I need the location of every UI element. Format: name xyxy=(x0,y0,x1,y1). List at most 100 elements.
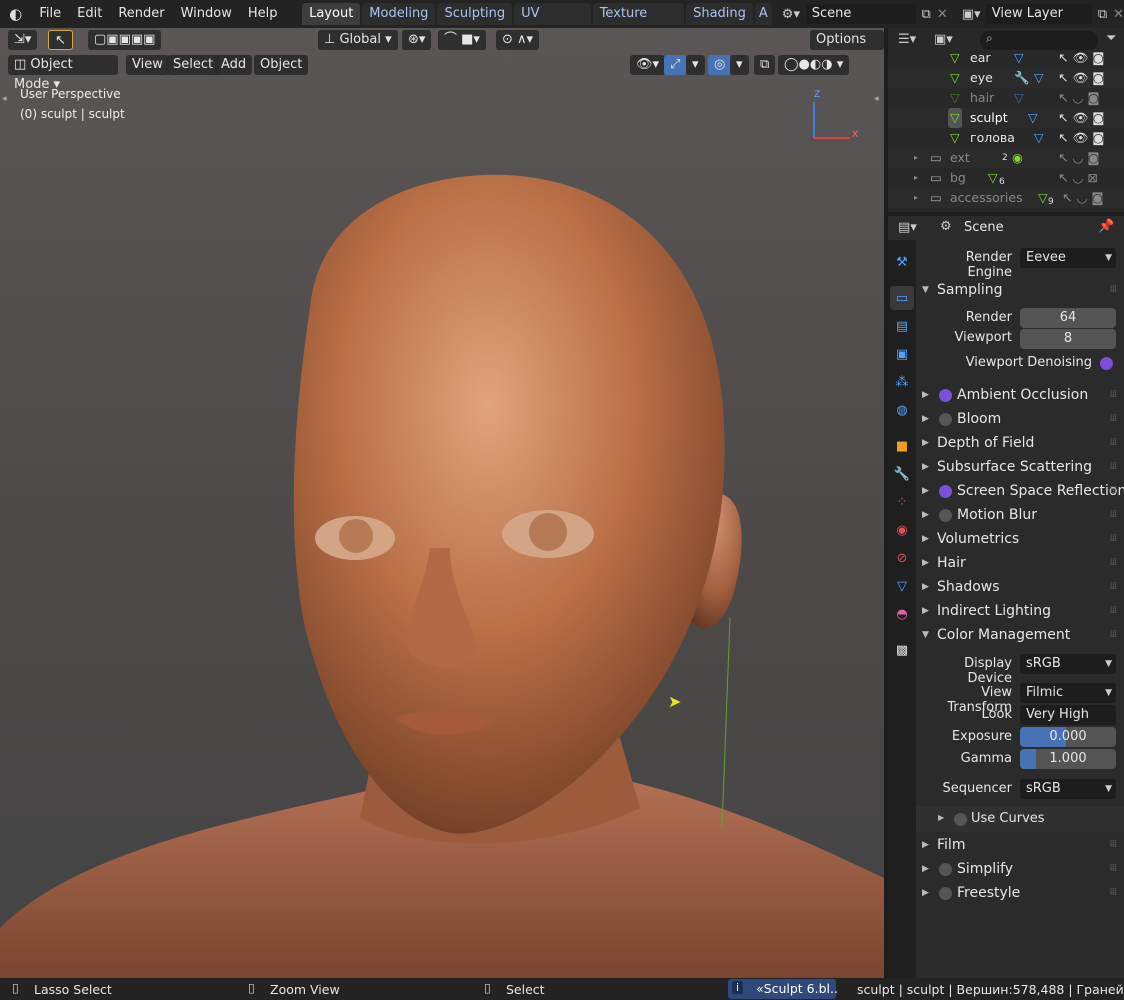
overlays-dropdown-icon[interactable]: ▾ xyxy=(730,55,749,75)
outliner-row-eye[interactable]: ▽ eye 🔧 ▽ ↖ 👁 ◙ xyxy=(888,68,1124,88)
use-curves-subpanel[interactable]: ▶ Use Curves xyxy=(916,806,1124,832)
panel-enable-checkbox[interactable] xyxy=(939,509,952,522)
menu-file[interactable]: File xyxy=(31,0,69,28)
transform-pivot-icon[interactable]: ⇲▾ xyxy=(8,30,38,50)
viewport-samples-field[interactable]: 8 xyxy=(1020,329,1116,349)
pin-icon[interactable]: 📌 xyxy=(1098,219,1114,234)
outliner-row-bg[interactable]: ▸ ▭ bg ▽ 6 ↖ ◡ ⊠ xyxy=(888,168,1124,188)
report-info-badge[interactable]: i «Sculpt 6.bl.. xyxy=(728,979,838,999)
add-menu[interactable]: Add xyxy=(215,55,253,75)
outliner-filter-icon[interactable]: ⏷ xyxy=(1106,31,1116,46)
object-menu[interactable]: Object xyxy=(254,55,309,75)
panel-freestyle[interactable]: ▶ Freestyle ⁞⁞⁞ xyxy=(916,881,1124,905)
expand-icon[interactable]: ▸ xyxy=(914,188,918,208)
outliner-row-sculpt[interactable]: ▽ sculpt ▽ ↖ 👁 ◙ xyxy=(888,108,1124,128)
properties-editor-type-icon[interactable]: ▤▾ xyxy=(898,220,917,235)
tab-uv-editing[interactable]: UV Editing xyxy=(514,3,591,43)
view-menu[interactable]: View xyxy=(126,55,169,75)
panel-volumetrics[interactable]: ▶ Volumetrics ⁞⁞⁞ xyxy=(916,527,1124,551)
select-tool-icon[interactable]: ↖ xyxy=(48,30,73,50)
tab-more[interactable]: A xyxy=(754,3,772,25)
panel-simplify[interactable]: ▶ Simplify ⁞⁞⁞ xyxy=(916,857,1124,881)
drag-handle-icon[interactable]: ⁞⁞⁞ xyxy=(1109,551,1116,575)
panel-ambient-occlusion[interactable]: ▶ Ambient Occlusion ⁞⁞⁞ xyxy=(916,383,1124,407)
object-mode-select[interactable]: ◫ Object Mode ▾ xyxy=(8,55,118,92)
drag-handle-icon[interactable]: ⁞⁞⁞ xyxy=(1109,479,1116,503)
sidebar-collapse-icon[interactable]: ◂ xyxy=(874,94,879,104)
outliner-row-golova[interactable]: ▽ голова ▽ ↖ 👁 ◙ xyxy=(888,128,1124,148)
panel-screen-space-reflections[interactable]: ▶ Screen Space Reflections ⁞⁞⁞ xyxy=(916,479,1124,503)
row-visibility-icons[interactable]: ↖ 👁 ◙ xyxy=(1058,108,1104,128)
panel-enable-checkbox[interactable] xyxy=(939,389,952,402)
drag-handle-icon[interactable]: ⁞⁞⁞ xyxy=(1109,833,1116,857)
expand-icon[interactable]: ▸ xyxy=(914,168,918,188)
panel-sampling[interactable]: ▼ Sampling ⁞⁞⁞ xyxy=(916,278,1124,302)
particles-tab-icon[interactable]: ⁘ xyxy=(890,490,914,514)
tab-sculpting[interactable]: Sculpting xyxy=(437,3,513,25)
render-engine-select[interactable]: Eevee ▼ xyxy=(1020,248,1116,268)
row-visibility-icons[interactable]: ↖ 👁 ◙ xyxy=(1058,48,1104,68)
display-device-select[interactable]: sRGB ▼ xyxy=(1020,654,1116,674)
row-visibility-icons[interactable]: ↖ ◡ ◙ xyxy=(1062,188,1103,208)
drag-handle-icon[interactable]: ⁞⁞⁞ xyxy=(1109,431,1116,455)
texture-tab-icon[interactable]: ▩ xyxy=(890,638,914,662)
toolbar-collapse-icon[interactable]: ◂ xyxy=(2,94,7,104)
outliner-display-mode-icon[interactable]: ▣▾ xyxy=(934,32,953,47)
panel-subsurface-scattering[interactable]: ▶ Subsurface Scattering ⁞⁞⁞ xyxy=(916,455,1124,479)
outliner-row-hair[interactable]: ▽ hair ▽ ↖ ◡ ◙ xyxy=(888,88,1124,108)
scene-name-field[interactable]: Scene xyxy=(805,4,916,24)
drag-handle-icon[interactable]: ⁞⁞⁞ xyxy=(1109,599,1116,623)
tab-texture-paint[interactable]: Texture Paint xyxy=(592,3,685,43)
proportional-edit-icon[interactable]: ⊙ ∧▾ xyxy=(496,30,540,50)
new-view-layer-icon[interactable]: ⧉ xyxy=(1098,7,1107,22)
select-menu[interactable]: Select xyxy=(167,55,220,75)
panel-enable-checkbox[interactable] xyxy=(939,413,952,426)
menu-window[interactable]: Window xyxy=(173,0,240,28)
drag-handle-icon[interactable]: ⁞⁞⁞ xyxy=(1109,503,1116,527)
sequencer-select[interactable]: sRGB ▼ xyxy=(1020,779,1116,799)
drag-handle-icon[interactable]: ⁞⁞⁞ xyxy=(1109,857,1116,881)
snap-icon[interactable]: ⌒ ■▾ xyxy=(438,30,486,50)
outliner-editor-type-icon[interactable]: ☰▾ xyxy=(898,32,916,47)
panel-color-management[interactable]: ▼ Color Management ⁞⁞⁞ xyxy=(916,623,1124,647)
panel-motion-blur[interactable]: ▶ Motion Blur ⁞⁞⁞ xyxy=(916,503,1124,527)
panel-bloom[interactable]: ▶ Bloom ⁞⁞⁞ xyxy=(916,407,1124,431)
selection-mode-icons[interactable]: ▢▣▣▣▣ xyxy=(88,30,162,50)
use-curves-checkbox[interactable] xyxy=(954,813,967,826)
shading-modes-icons[interactable]: ◯●◐◑ ▾ xyxy=(778,55,850,75)
view-layer-field[interactable]: View Layer xyxy=(985,4,1092,24)
panel-indirect-lighting[interactable]: ▶ Indirect Lighting ⁞⁞⁞ xyxy=(916,599,1124,623)
delete-view-layer-icon[interactable]: ✕ xyxy=(1113,7,1124,22)
panel-enable-checkbox[interactable] xyxy=(939,485,952,498)
modifier-tab-icon[interactable]: 🔧 xyxy=(890,462,914,486)
pivot-point-icon[interactable]: ⊛▾ xyxy=(402,30,432,50)
options-dropdown[interactable]: Options xyxy=(810,30,884,50)
row-visibility-icons[interactable]: ↖ ◡ ◙ xyxy=(1058,148,1099,168)
3d-viewport[interactable]: ⇲▾ ↖ ▢▣▣▣▣ ⊥ Global ▾ ⊛▾ ⌒ ■▾ ⊙ ∧▾ Optio… xyxy=(0,28,884,978)
outliner-row-ear[interactable]: ▽ ear ▽ ↖ 👁 ◙ xyxy=(888,48,1124,68)
scene-selector-icon[interactable]: ⚙▾ xyxy=(782,7,806,22)
panel-depth-of-field[interactable]: ▶ Depth of Field ⁞⁞⁞ xyxy=(916,431,1124,455)
drag-handle-icon[interactable]: ⁞⁞⁞ xyxy=(1109,383,1116,407)
row-visibility-icons[interactable]: ↖ 👁 ◙ xyxy=(1058,68,1104,88)
panel-enable-checkbox[interactable] xyxy=(939,887,952,900)
drag-handle-icon[interactable]: ⁞⁞⁞ xyxy=(1109,527,1116,551)
physics-tab-icon[interactable]: ◉ xyxy=(890,518,914,542)
transform-orientation-select[interactable]: ⊥ Global ▾ xyxy=(318,30,398,50)
view-layer-selector-icon[interactable]: ▣▾ xyxy=(962,7,986,22)
exposure-slider[interactable]: 0.000 xyxy=(1020,727,1116,747)
view-layer-tab-icon[interactable]: ▣ xyxy=(890,342,914,366)
gamma-slider[interactable]: 1.000 xyxy=(1020,749,1116,769)
render-samples-field[interactable]: 64 xyxy=(1020,308,1116,328)
outliner-row-ext[interactable]: ▸ ▭ ext 2 ◉ ↖ ◡ ◙ xyxy=(888,148,1124,168)
row-visibility-icons[interactable]: ↖ ◡ ⊠ xyxy=(1058,168,1098,188)
new-scene-icon[interactable]: ⧉ xyxy=(922,7,931,22)
tool-tab-icon[interactable]: ⚒ xyxy=(890,250,914,274)
data-tab-icon[interactable]: ▽ xyxy=(890,574,914,598)
render-tab-icon[interactable]: ▭ xyxy=(890,286,914,310)
drag-handle-icon[interactable]: ⁞⁞⁞ xyxy=(1109,881,1116,905)
visibility-icon[interactable]: 👁▾ xyxy=(630,55,666,75)
menu-help[interactable]: Help xyxy=(240,0,286,28)
object-tab-icon[interactable]: ■ xyxy=(890,434,914,458)
material-tab-icon[interactable]: ◓ xyxy=(890,602,914,626)
